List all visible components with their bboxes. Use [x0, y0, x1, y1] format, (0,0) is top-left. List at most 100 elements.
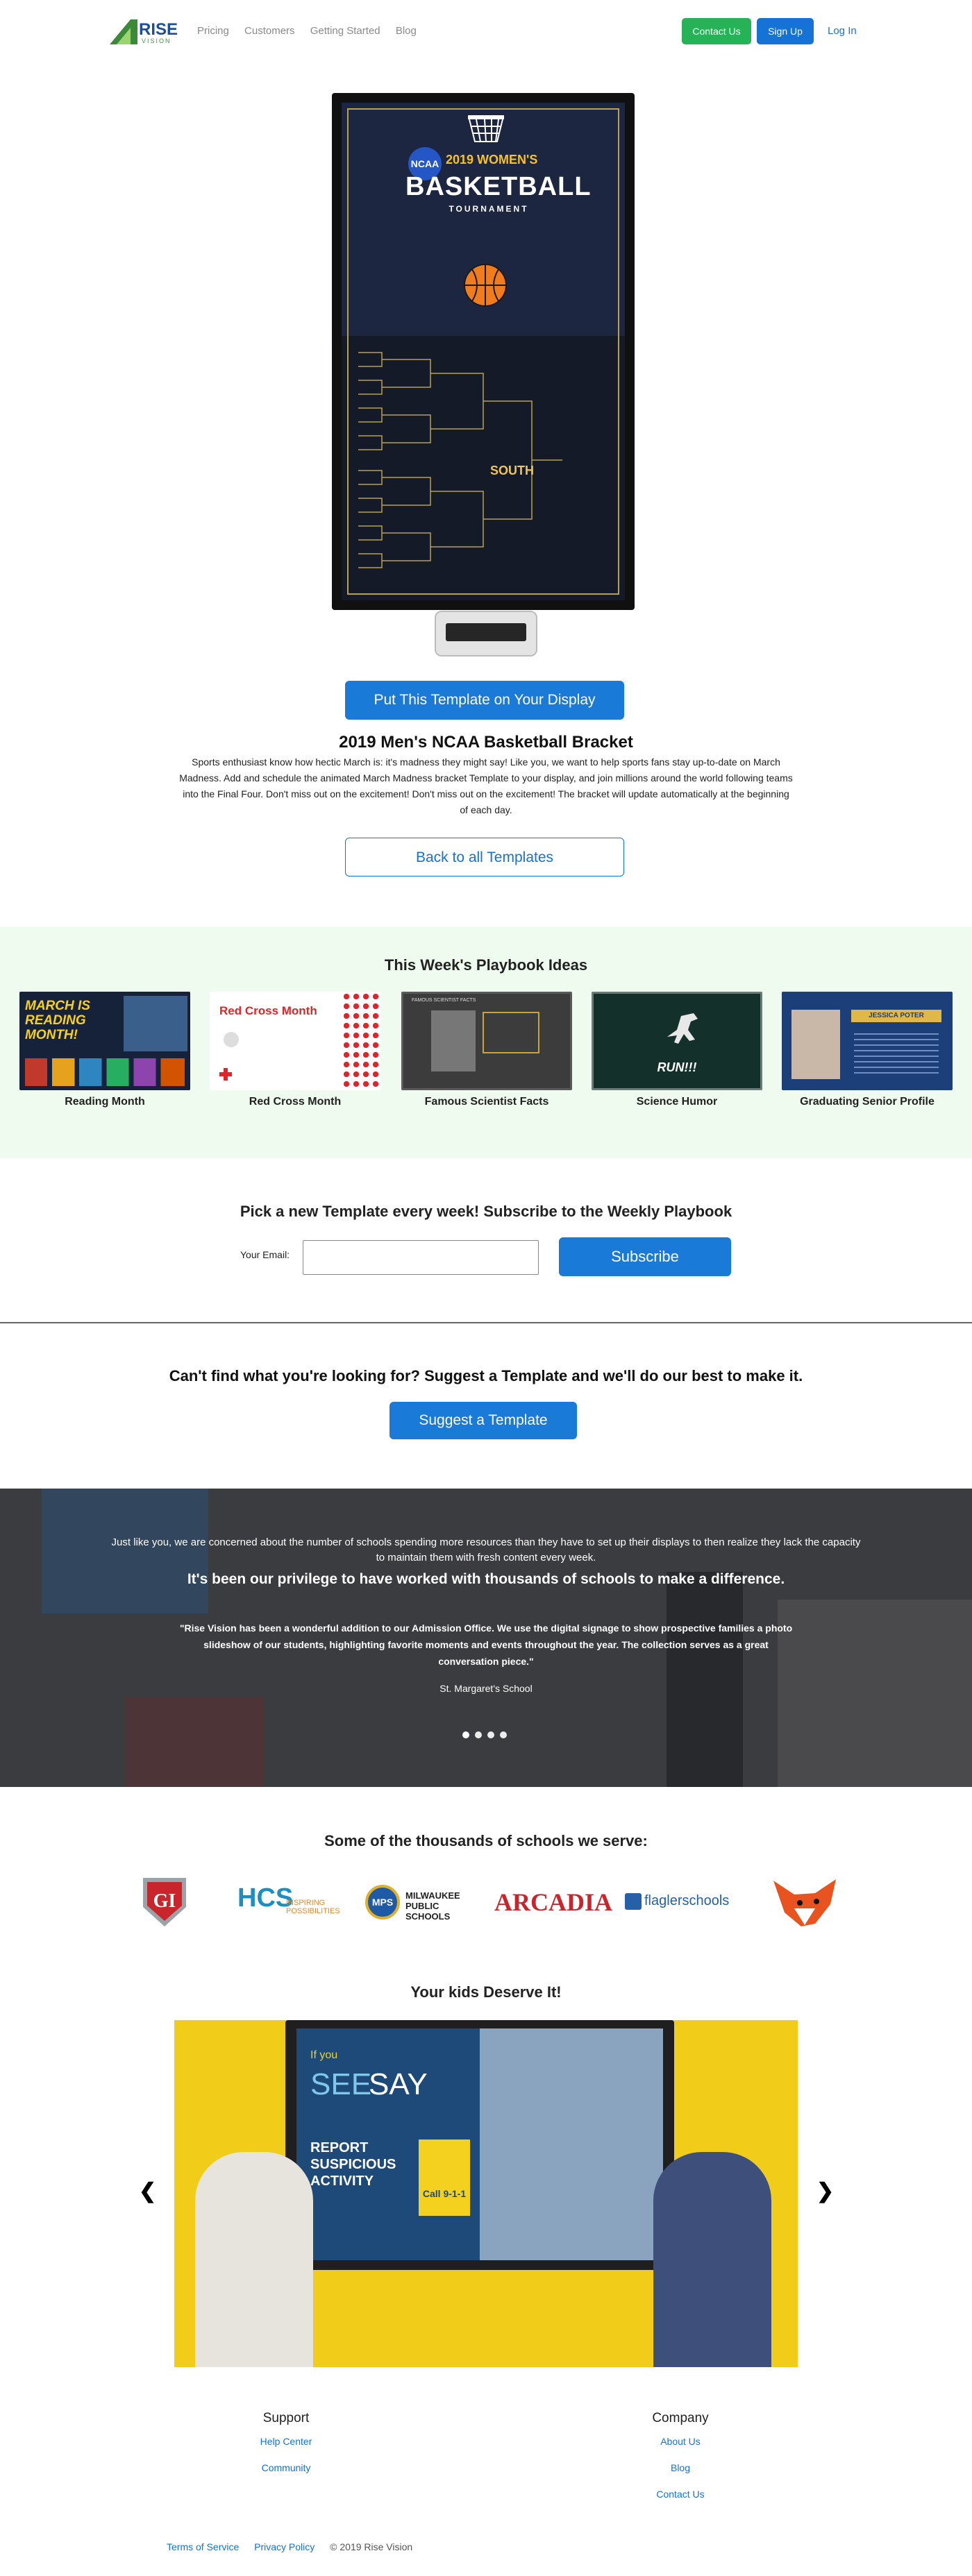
flagler-logo-text: flaglerschools: [644, 1893, 730, 1908]
footer-company-title: Company: [652, 2411, 709, 2425]
footer-blog-link[interactable]: Blog: [611, 2462, 750, 2473]
rise-vision-logo[interactable]: RISE VISION: [110, 17, 186, 46]
playbook-card-graduating-senior-profile[interactable]: JESSICA POTER Graduating Senior Profile: [782, 992, 953, 1108]
playbook-card-science-humor[interactable]: RUN!!! Science Humor: [592, 992, 762, 1108]
footer-support-title: Support: [262, 2411, 310, 2425]
kids-title: Your kids Deserve It!: [410, 1983, 562, 2001]
footer-contact-us-link[interactable]: Contact Us: [611, 2489, 750, 2500]
basketball-hoop-icon: [468, 115, 504, 142]
copyright-text: © 2019 Rise Vision: [330, 2541, 413, 2552]
carousel-dot-3[interactable]: [487, 1731, 494, 1738]
testimonial-headline: It's been our privilege to have worked w…: [187, 1571, 785, 1587]
nav-customers[interactable]: Customers: [244, 25, 295, 37]
thumb-text-lines: [854, 1029, 939, 1078]
nav-pricing[interactable]: Pricing: [197, 25, 229, 37]
tournament-bracket: [358, 352, 562, 568]
hero-basketball-text: BASKETBALL: [405, 172, 592, 201]
suggest-template-button[interactable]: Suggest a Template: [389, 1402, 577, 1439]
thumb-avatar: [224, 1032, 239, 1047]
subscribe-button[interactable]: Subscribe: [559, 1237, 731, 1276]
put-template-on-display-button[interactable]: Put This Template on Your Display: [345, 681, 624, 720]
nav-blog[interactable]: Blog: [396, 25, 417, 37]
site-header: RISE VISION Pricing Customers Getting St…: [0, 0, 972, 62]
thumb-textbox: [483, 1012, 539, 1053]
carousel-dot-2[interactable]: [475, 1731, 482, 1738]
sign-see-text: SEE: [310, 2067, 372, 2101]
media-player-front: [446, 623, 526, 641]
terms-of-service-link[interactable]: Terms of Service: [167, 2541, 239, 2552]
bracket-region-label: SOUTH: [490, 464, 534, 477]
testimonial-author: St. Margaret's School: [439, 1683, 533, 1694]
testimonial-intro: Just like you, we are concerned about th…: [111, 1536, 861, 1564]
thumb-title: FAMOUS SCIENTIST FACTS: [412, 998, 476, 1003]
media-player-device: [435, 611, 537, 656]
testimonial-quote: "Rise Vision has been a wonderful additi…: [179, 1622, 793, 1667]
carousel-dot-4[interactable]: [500, 1731, 507, 1738]
carousel-next-arrow-icon[interactable]: ❯: [816, 2179, 834, 2203]
sign-if-text: If you: [310, 2049, 338, 2061]
wall-display-screen: If you SEE SAY REPORT SUSPICIOUS ACTIVIT…: [296, 2028, 663, 2260]
playbook-thumb: MARCH IS READING MONTH!: [19, 992, 190, 1090]
main-nav: Pricing Customers Getting Started Blog: [197, 25, 429, 37]
hcs-school-logo: HCS INSPIRING POSSIBILITIES: [237, 1874, 349, 1929]
red-cross-icon: [219, 1068, 232, 1081]
background-hallway-photo: [125, 1697, 264, 1787]
card-caption: Reading Month: [65, 1096, 145, 1108]
kids-photo-slide: If you SEE SAY REPORT SUSPICIOUS ACTIVIT…: [174, 2020, 798, 2367]
footer-community-link[interactable]: Community: [217, 2462, 355, 2473]
mps-logo-badge: MPS: [365, 1885, 400, 1920]
playbook-card-reading-month[interactable]: MARCH IS READING MONTH! Reading Month: [19, 992, 190, 1108]
suggest-title: Can't find what you're looking for? Sugg…: [169, 1367, 803, 1384]
thumb-photo: [791, 1010, 840, 1079]
playbook-thumb: JESSICA POTER: [782, 992, 953, 1090]
schools-title: Some of the thousands of schools we serv…: [324, 1832, 648, 1849]
teacher-person: [653, 2152, 771, 2367]
thumb-image: [124, 996, 187, 1051]
arcadia-logo-text: ARCADIA: [494, 1888, 612, 1916]
subscribe-title: Pick a new Template every week! Subscrib…: [240, 1203, 732, 1220]
nav-getting-started[interactable]: Getting Started: [310, 25, 380, 37]
playbook-card-famous-scientist-facts[interactable]: FAMOUS SCIENTIST FACTS Famous Scientist …: [401, 992, 572, 1108]
mps-logo-text: MILWAUKEE PUBLIC SCHOOLS: [405, 1890, 460, 1922]
card-caption: Science Humor: [636, 1096, 718, 1108]
privacy-policy-link[interactable]: Privacy Policy: [254, 2541, 315, 2552]
playbook-card-red-cross-month[interactable]: Red Cross Month Red Cross Month: [210, 992, 380, 1108]
fox-school-logo: fox: [773, 1879, 836, 1926]
playbook-thumb: Red Cross Month: [210, 992, 380, 1090]
back-to-templates-button[interactable]: Back to all Templates: [345, 838, 624, 876]
card-caption: Famous Scientist Facts: [424, 1096, 549, 1108]
logo-text: RISE: [139, 20, 178, 39]
gi-logo-text: GI: [153, 1890, 176, 1912]
template-description: Sports enthusiast know how hectic March …: [179, 756, 793, 815]
template-title: 2019 Men's NCAA Basketball Bracket: [339, 733, 633, 752]
footer-help-center-link[interactable]: Help Center: [217, 2436, 355, 2447]
sign-woman-photo: [480, 2028, 663, 2260]
thumb-portrait: [431, 1010, 476, 1071]
template-preview-screen: NCAA 2019 WOMEN'S BASKETBALL TOURNAMENT …: [342, 103, 625, 600]
footer-about-us-link[interactable]: About Us: [611, 2436, 750, 2447]
section-divider: [0, 1322, 972, 1323]
gi-school-logo: GI: [143, 1878, 186, 1926]
thumb-pattern: [342, 992, 380, 1090]
card-caption: Red Cross Month: [249, 1096, 342, 1108]
contact-us-button[interactable]: Contact Us: [682, 18, 751, 44]
log-in-link[interactable]: Log In: [828, 25, 857, 37]
email-input[interactable]: [303, 1240, 539, 1275]
thumb-title: MARCH IS READING MONTH!: [25, 999, 90, 1042]
hcs-logo-text: HCS: [237, 1883, 294, 1913]
email-label: Your Email:: [240, 1249, 290, 1260]
template-preview-display: NCAA 2019 WOMEN'S BASKETBALL TOURNAMENT …: [332, 93, 635, 610]
hero-tournament-text: TOURNAMENT: [449, 204, 529, 214]
thumb-title: RUN!!!: [657, 1060, 697, 1074]
thumb-title: Red Cross Month: [219, 1004, 317, 1017]
carousel-dot-1[interactable]: [462, 1731, 469, 1738]
flagler-logo-mark: [625, 1893, 642, 1910]
sign-up-button[interactable]: Sign Up: [757, 18, 814, 44]
logo-sub: VISION: [142, 37, 171, 44]
arcadia-school-logo: ARCADIA: [494, 1874, 612, 1929]
carousel-prev-arrow-icon[interactable]: ❮: [139, 2179, 156, 2203]
sign-report-text: REPORT SUSPICIOUS ACTIVITY: [310, 2140, 396, 2189]
sign-call-box: Call 9-1-1: [419, 2139, 470, 2216]
card-caption: Graduating Senior Profile: [800, 1096, 935, 1108]
playbook-thumb: RUN!!!: [592, 992, 762, 1090]
